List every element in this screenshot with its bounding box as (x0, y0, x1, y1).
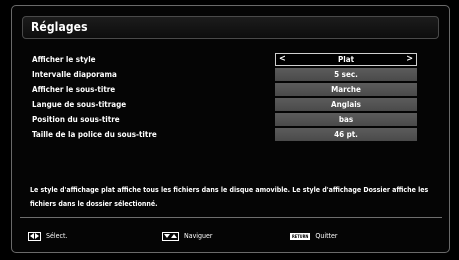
setting-value[interactable]: 46 pt. (275, 128, 417, 141)
arrow-right-icon[interactable]: > (406, 54, 413, 65)
setting-value[interactable]: Anglais (275, 98, 417, 111)
page-title: Réglages (31, 20, 88, 34)
footer-divider (20, 217, 442, 218)
setting-label: Langue de sous-titrage (32, 100, 127, 109)
setting-row-display-style[interactable]: Afficher le style < Plat > (32, 53, 432, 66)
setting-value[interactable]: 5 sec. (275, 68, 417, 81)
left-right-arrows-icon (28, 231, 41, 241)
footer-navigate: Naviguer (162, 231, 213, 241)
settings-panel: Réglages Afficher le style < Plat > Inte… (11, 5, 450, 253)
return-key-icon: RETURN (290, 232, 311, 240)
setting-value[interactable]: Marche (275, 83, 417, 96)
setting-label: Afficher le style (32, 55, 96, 64)
setting-row-show-subtitle[interactable]: Afficher le sous-titre Marche (32, 83, 432, 96)
setting-row-subtitle-language[interactable]: Langue de sous-titrage Anglais (32, 98, 432, 111)
title-bar: Réglages (22, 16, 439, 39)
footer-navigate-label: Naviguer (184, 232, 213, 240)
arrow-left-icon[interactable]: < (279, 54, 286, 65)
footer-quit-label: Quitter (315, 232, 338, 240)
setting-row-slideshow-interval[interactable]: Intervalle diaporama 5 sec. (32, 68, 432, 81)
setting-label: Intervalle diaporama (32, 70, 117, 79)
setting-value: Plat (337, 55, 355, 64)
footer-select: Sélect. (28, 231, 67, 241)
footer-quit: RETURN Quitter (290, 231, 338, 241)
setting-value-selector[interactable]: < Plat > (275, 53, 417, 66)
description-text: Le style d'affichage plat affiche tous l… (30, 186, 429, 208)
setting-label: Afficher le sous-titre (32, 85, 116, 94)
setting-value[interactable]: bas (275, 113, 417, 126)
down-up-arrows-icon (162, 231, 179, 241)
setting-label: Position du sous-titre (32, 115, 120, 124)
setting-label: Taille de la police du sous-titre (32, 130, 157, 139)
setting-row-subtitle-position[interactable]: Position du sous-titre bas (32, 113, 432, 126)
setting-row-subtitle-font-size[interactable]: Taille de la police du sous-titre 46 pt. (32, 128, 432, 141)
footer-select-label: Sélect. (46, 232, 68, 240)
